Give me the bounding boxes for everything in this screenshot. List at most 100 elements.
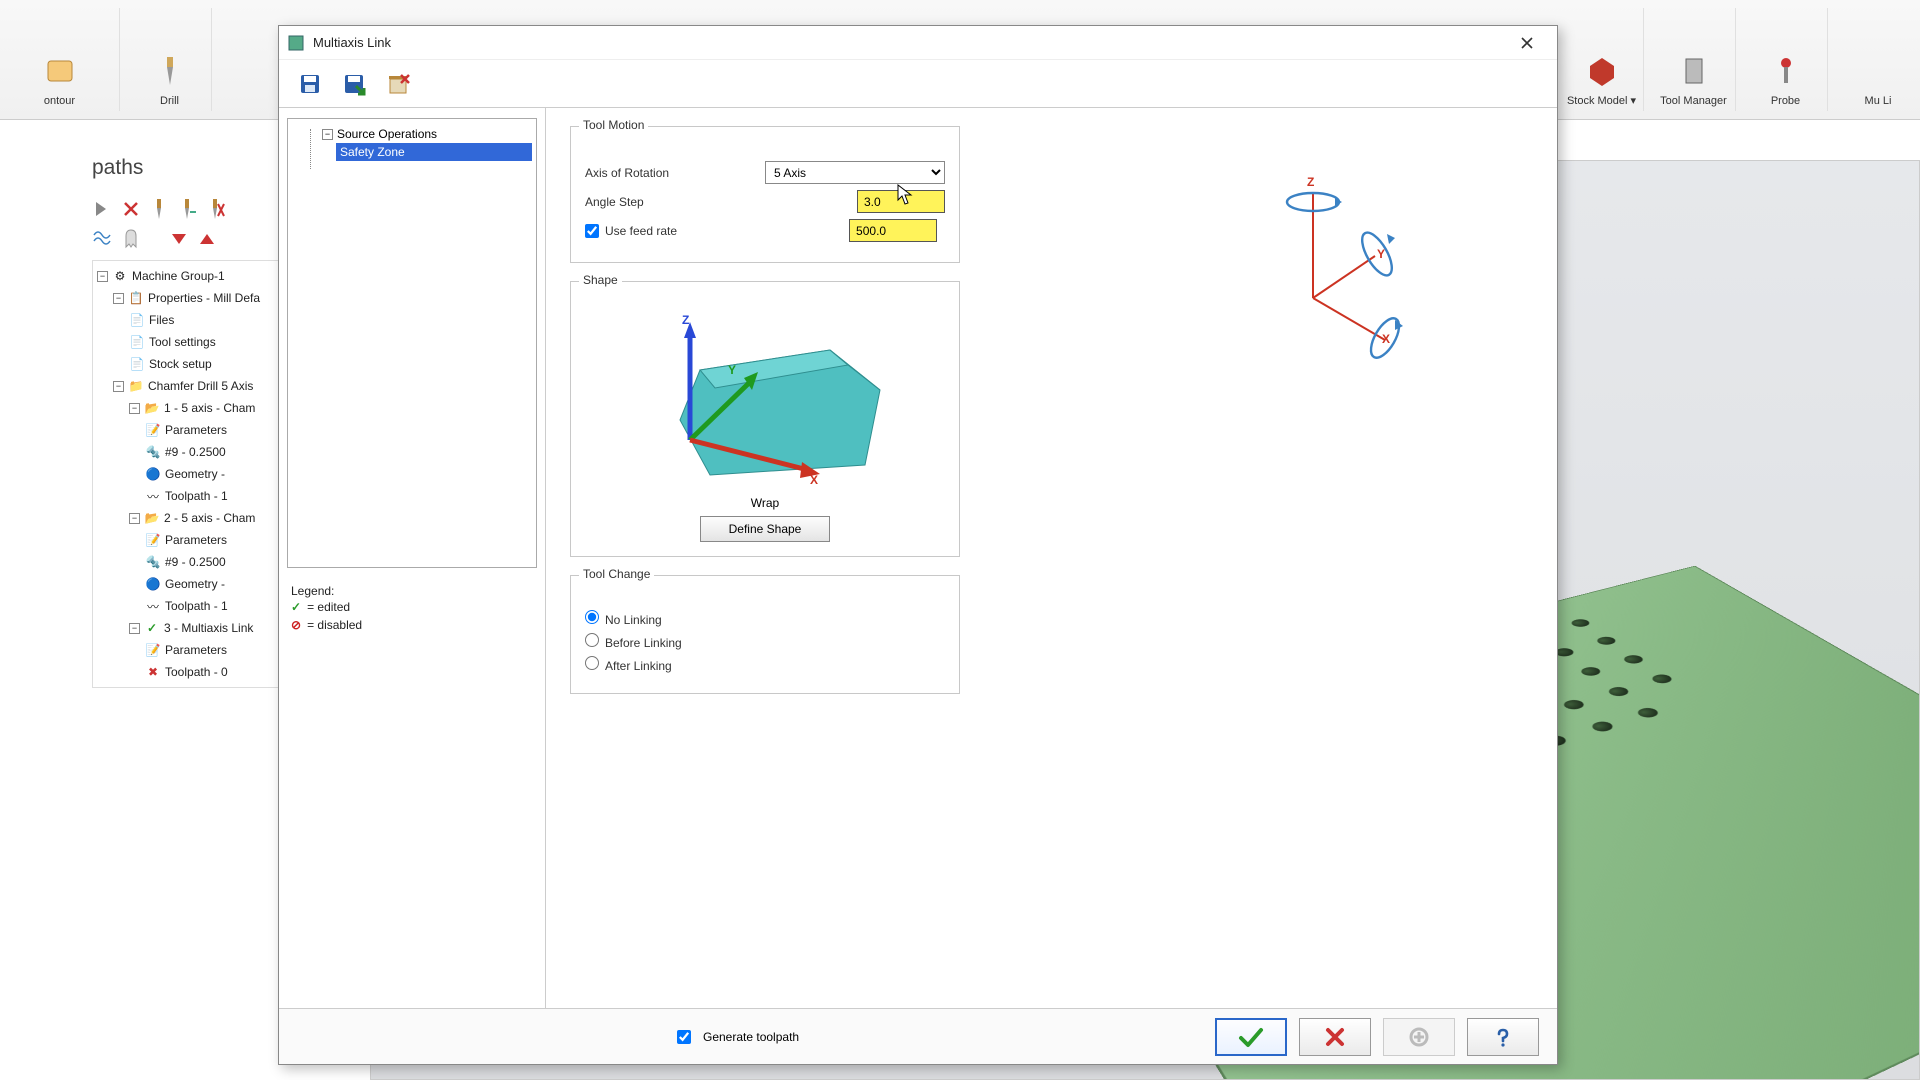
tree-node[interactable]: #9 - 0.2500 xyxy=(165,555,226,569)
expand-icon[interactable]: − xyxy=(129,623,140,634)
tree-node[interactable]: Parameters xyxy=(165,423,227,437)
tree-node[interactable]: Files xyxy=(149,313,174,327)
cursor-icon xyxy=(897,184,915,206)
toolbar-up-icon[interactable] xyxy=(196,227,218,252)
feed-rate-checkbox-label[interactable]: Use feed rate xyxy=(585,224,677,238)
axis-rotation-label: Axis of Rotation xyxy=(585,166,755,180)
generate-toolpath-checkbox[interactable] xyxy=(677,1030,691,1044)
file-icon: 📄 xyxy=(129,312,145,328)
feed-rate-input[interactable] xyxy=(849,219,937,242)
feed-rate-checkbox[interactable] xyxy=(585,224,599,238)
shape-name: Wrap xyxy=(751,496,779,510)
op-icon: 📂 xyxy=(144,400,160,416)
toolbar-tool1-icon[interactable] xyxy=(148,198,170,223)
tree-node[interactable]: Toolpath - 0 xyxy=(165,665,228,679)
toolbar-arrow-icon[interactable] xyxy=(92,198,114,223)
contour-icon xyxy=(42,53,78,89)
help-button[interactable] xyxy=(1467,1018,1539,1056)
svg-text:Y: Y xyxy=(1377,247,1385,261)
shape-group: Shape Z xyxy=(570,281,960,557)
file-icon: 📄 xyxy=(129,334,145,350)
tree-node[interactable]: Stock setup xyxy=(149,357,212,371)
ribbon-label[interactable]: Mu Li xyxy=(1865,95,1892,107)
ribbon-label[interactable]: Stock Model ▾ xyxy=(1567,94,1636,107)
tree-node[interactable]: Properties - Mill Defa xyxy=(148,291,260,305)
tree-node[interactable]: 1 - 5 axis - Cham xyxy=(164,401,255,415)
toolbar-close-icon[interactable] xyxy=(120,198,142,223)
expand-icon[interactable]: − xyxy=(113,293,124,304)
tree-node[interactable]: Toolpath - 1 xyxy=(165,489,228,503)
toolbar-tool2-icon[interactable] xyxy=(176,198,198,223)
param-icon: 📝 xyxy=(145,422,161,438)
disabled-icon: ⊘ xyxy=(291,618,301,632)
tree-node[interactable]: Parameters xyxy=(165,643,227,657)
ok-button[interactable] xyxy=(1215,1018,1287,1056)
group-title: Tool Change xyxy=(579,567,654,581)
tree-node[interactable]: Chamfer Drill 5 Axis xyxy=(148,379,253,393)
close-button[interactable] xyxy=(1505,29,1549,57)
dialog-content: Tool Motion Axis of Rotation 5 Axis Angl… xyxy=(545,108,1557,1008)
ribbon-label[interactable]: Tool Manager xyxy=(1660,95,1727,107)
folder-icon: 📋 xyxy=(128,290,144,306)
dialog-footer: Generate toolpath xyxy=(279,1008,1557,1064)
tree-node[interactable]: Geometry - xyxy=(165,577,225,591)
probe-icon xyxy=(1768,53,1804,89)
tool-change-group: Tool Change No Linking Before Linking Af… xyxy=(570,575,960,694)
before-linking-radio[interactable] xyxy=(585,633,599,647)
legend-edited: = edited xyxy=(307,600,350,614)
toolbar-tool3-icon[interactable] xyxy=(204,198,226,223)
dialog-title: Multiaxis Link xyxy=(313,35,1505,50)
svg-text:Z: Z xyxy=(1307,175,1314,189)
nav-source-operations[interactable]: − Source Operations xyxy=(318,125,532,143)
radio-label: Before Linking xyxy=(605,636,682,650)
group-title: Tool Motion xyxy=(579,118,648,132)
tree-node[interactable]: #9 - 0.2500 xyxy=(165,445,226,459)
save-icon[interactable] xyxy=(293,67,327,101)
after-linking-radio[interactable] xyxy=(585,656,599,670)
axis-rotation-select[interactable]: 5 Axis xyxy=(765,161,945,184)
ribbon-label[interactable]: Probe xyxy=(1771,95,1800,107)
expand-icon[interactable]: − xyxy=(97,271,108,282)
toolbar-ghost-icon[interactable] xyxy=(120,227,142,252)
expand-icon[interactable]: − xyxy=(129,403,140,414)
tree-node[interactable]: Tool settings xyxy=(149,335,216,349)
op-icon: 📂 xyxy=(144,510,160,526)
ribbon-label[interactable]: ontour xyxy=(44,95,75,107)
expand-icon[interactable]: − xyxy=(322,129,333,140)
toolbar-down-icon[interactable] xyxy=(168,227,190,252)
geom-icon: 🔵 xyxy=(145,466,161,482)
no-linking-radio[interactable] xyxy=(585,610,599,624)
tool-manager-icon xyxy=(1676,53,1712,89)
tree-node[interactable]: 3 - Multiaxis Link xyxy=(164,621,253,635)
multiaxis-link-dialog: Multiaxis Link − Source Operations Safet… xyxy=(278,25,1558,1065)
tool-motion-group: Tool Motion Axis of Rotation 5 Axis Angl… xyxy=(570,126,960,263)
svg-text:Z: Z xyxy=(682,313,689,327)
check-icon: ✓ xyxy=(144,620,160,636)
delete-icon[interactable] xyxy=(381,67,415,101)
dirty-icon: ✖ xyxy=(145,664,161,680)
svg-text:X: X xyxy=(1382,332,1390,346)
machine-icon: ⚙ xyxy=(112,268,128,284)
tree-node[interactable]: Toolpath - 1 xyxy=(165,599,228,613)
expand-icon[interactable]: − xyxy=(113,381,124,392)
define-shape-button[interactable]: Define Shape xyxy=(700,516,830,542)
toolbar-wave-icon[interactable] xyxy=(92,227,114,252)
axis-diagram: Z Y X xyxy=(1247,168,1437,368)
tool-icon: 🔩 xyxy=(145,554,161,570)
titlebar[interactable]: Multiaxis Link xyxy=(279,26,1557,60)
tree-node[interactable]: Machine Group-1 xyxy=(132,269,225,283)
tree-node[interactable]: Geometry - xyxy=(165,467,225,481)
tree-node[interactable]: Parameters xyxy=(165,533,227,547)
drill-icon xyxy=(152,53,188,89)
ribbon-label[interactable]: Drill xyxy=(160,95,179,107)
radio-label: After Linking xyxy=(605,659,672,673)
expand-icon[interactable]: − xyxy=(129,513,140,524)
tp-icon: 〰 xyxy=(145,488,161,504)
cancel-button[interactable] xyxy=(1299,1018,1371,1056)
nav-safety-zone[interactable]: Safety Zone xyxy=(336,143,532,161)
dialog-toolbar xyxy=(279,60,1557,108)
tree-node[interactable]: 2 - 5 axis - Cham xyxy=(164,511,255,525)
param-icon: 📝 xyxy=(145,642,161,658)
save-as-icon[interactable] xyxy=(337,67,371,101)
nav-tree[interactable]: − Source Operations Safety Zone xyxy=(287,118,537,568)
